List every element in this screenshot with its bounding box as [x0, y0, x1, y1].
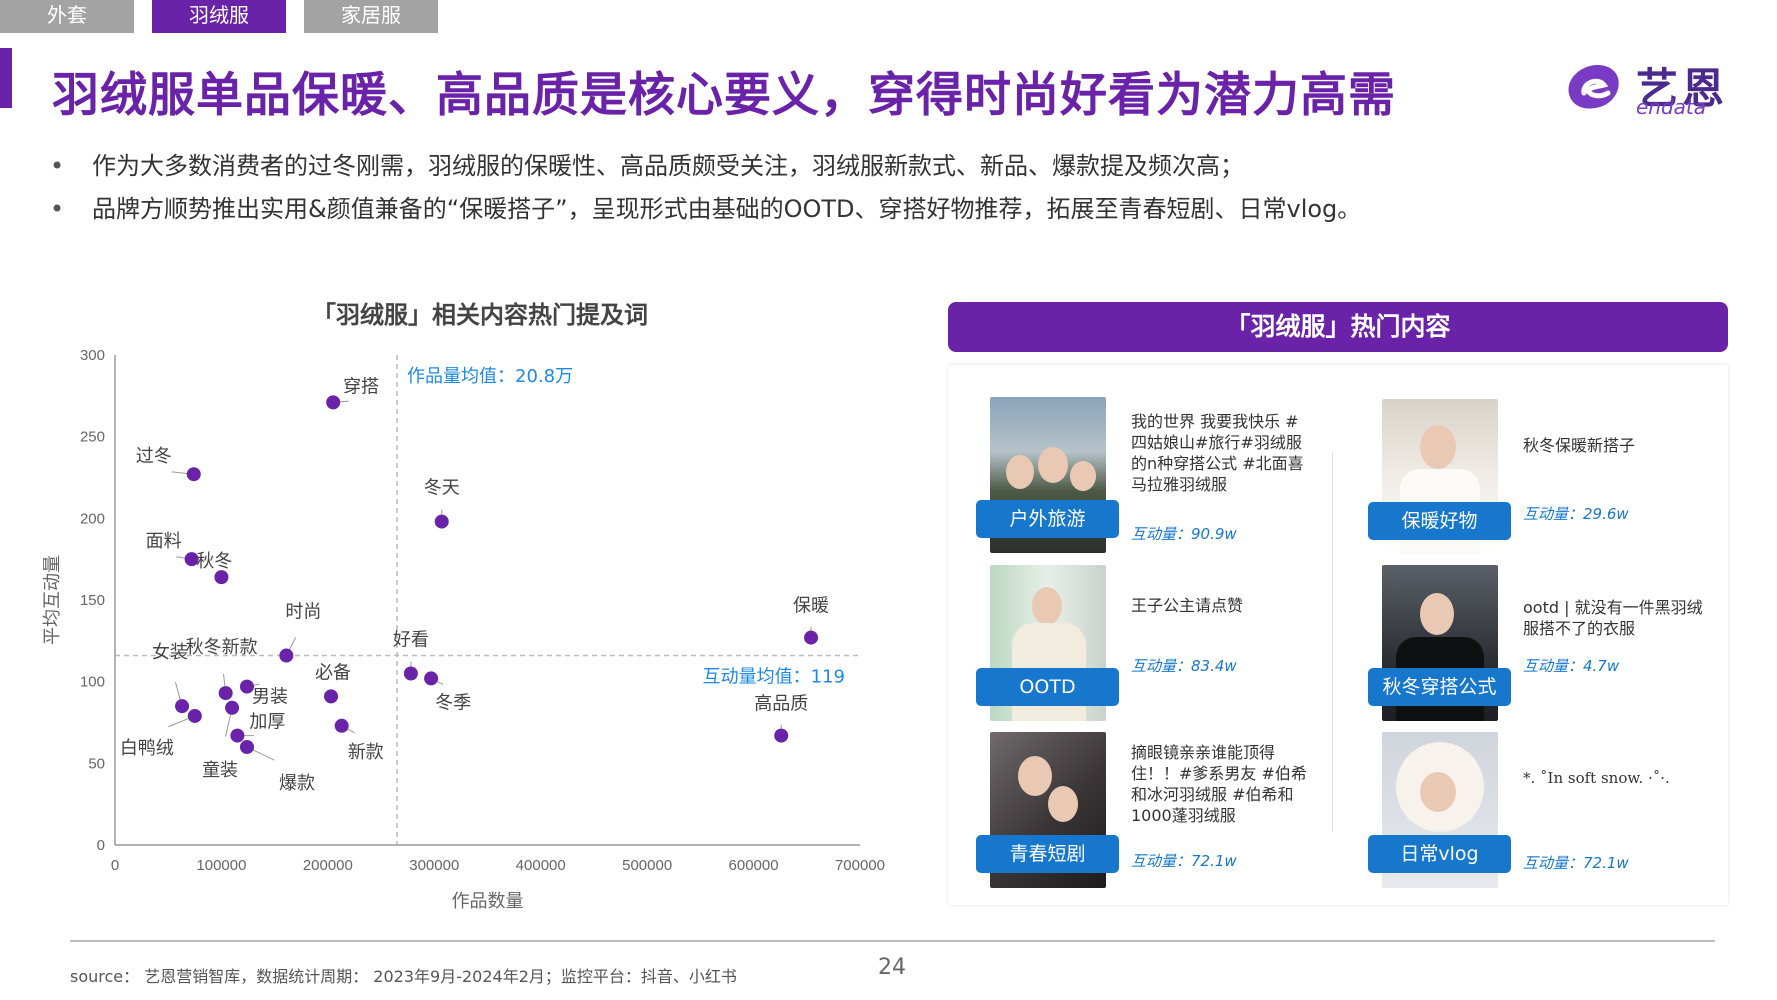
data-point [424, 671, 439, 686]
data-point [225, 700, 240, 715]
data-point [326, 395, 341, 410]
tag-button[interactable]: 秋冬穿搭公式 [1368, 668, 1511, 706]
card-metric: 互动量：72.1w [1131, 852, 1237, 870]
data-point-label: 好看 [393, 630, 429, 651]
data-point-label: 爆款 [279, 773, 315, 794]
tag-button[interactable]: 日常vlog [1368, 835, 1511, 873]
content-card[interactable]: 青春短剧 摘眼镜亲亲谁能顶得住！！#爹系男友 #伯希和冰河羽绒服 #伯希和100… [976, 732, 1360, 892]
data-point-label: 冬天 [424, 478, 460, 499]
data-point-label: 面料 [146, 531, 182, 552]
x-tick-label: 300000 [409, 857, 459, 874]
card-metric: 互动量：29.6w [1523, 505, 1629, 523]
data-point-label: 穿搭 [343, 376, 379, 397]
x-tick-label: 200000 [303, 857, 353, 874]
tag-button[interactable]: 青春短剧 [976, 835, 1119, 873]
y-axis-label: 平均互动量 [42, 555, 63, 645]
title-accent-bar [0, 48, 12, 108]
card-metric: 互动量：83.4w [1131, 657, 1237, 675]
data-point [774, 728, 789, 743]
data-point [403, 666, 418, 681]
data-point [230, 728, 245, 743]
data-point [214, 570, 229, 585]
card-description: 我的世界 我要我快乐 #四姑娘山#旅行#羽绒服的n种穿搭公式 #北面喜马拉雅羽绒… [1131, 412, 1304, 494]
content-card[interactable]: 秋冬穿搭公式 ootd | 就没有一件黑羽绒服搭不了的衣服 互动量：4.7w [1368, 565, 1752, 725]
data-point-label: 男装 [252, 687, 288, 708]
logo-mark-icon [1568, 65, 1619, 109]
content-card[interactable]: OOTD 王子公主请点赞 互动量：83.4w [976, 565, 1360, 725]
tag-button[interactable]: 保暖好物 [1368, 502, 1511, 540]
data-point-label: 秋冬 [196, 551, 232, 572]
source-note: source： 艺恩营销智库，数据统计周期： 2023年9月-2024年2月；监… [70, 967, 737, 986]
page-number: 24 [878, 955, 906, 980]
data-point-label: 加厚 [249, 712, 285, 733]
card-description: ootd | 就没有一件黑羽绒服搭不了的衣服 [1523, 598, 1703, 638]
y-tick-label: 200 [80, 510, 105, 527]
tag-button[interactable]: 户外旅游 [976, 500, 1119, 538]
data-point [175, 699, 190, 714]
bullet-item: 品牌方顺势推出实用&颜值兼备的“保暖搭子”，呈现形式由基础的OOTD、穿搭好物推… [50, 188, 1361, 231]
x-tick-label: 500000 [622, 857, 672, 874]
y-tick-label: 300 [80, 347, 105, 364]
data-point-label: 冬季 [435, 692, 471, 713]
data-point-label: 时尚 [285, 602, 321, 623]
data-point [324, 689, 339, 704]
chart-title: 「羽绒服」相关内容热门提及词 [312, 301, 648, 329]
category-tabs: 外套 羽绒服 家居服 [0, 0, 456, 33]
data-point [434, 514, 449, 529]
card-description: 摘眼镜亲亲谁能顶得住！！#爹系男友 #伯希和冰河羽绒服 #伯希和1000蓬羽绒服 [1131, 743, 1307, 825]
page-title: 羽绒服单品保暖、高品质是核心要义，穿得时尚好看为潜力高需 [52, 68, 1396, 123]
y-tick-label: 250 [80, 429, 105, 446]
tag-button[interactable]: OOTD [976, 668, 1119, 706]
data-point-label: 保暖 [793, 596, 829, 617]
data-point-label: 秋冬新款 [186, 637, 258, 658]
y-mean-label: 互动量均值：119 [703, 667, 845, 688]
data-point [187, 708, 202, 723]
data-point-label: 新款 [348, 742, 384, 763]
data-point [218, 686, 233, 701]
card-description: *. ˚In soft snow. ·˚·. [1523, 769, 1670, 787]
data-point [804, 630, 819, 645]
footer-divider [70, 940, 1715, 942]
panel-header: 「羽绒服」热门内容 [948, 302, 1728, 352]
y-tick-label: 0 [97, 837, 105, 854]
logo-text-en: endata [1636, 95, 1707, 119]
data-point-label: 必备 [315, 662, 351, 683]
summary-bullets: 作为大多数消费者的过冬刚需，羽绒服的保暖性、高品质颇受关注，羽绒服新款式、新品、… [50, 145, 1361, 231]
x-tick-label: 400000 [516, 857, 566, 874]
x-tick-label: 700000 [835, 857, 885, 874]
content-card[interactable]: 户外旅游 我的世界 我要我快乐 #四姑娘山#旅行#羽绒服的n种穿搭公式 #北面喜… [976, 397, 1360, 557]
scatter-chart: 0 50 100 150 200 250 300 0 100000 200000 300000 400… [42, 347, 885, 912]
data-point [279, 648, 294, 663]
x-tick-label: 600000 [729, 857, 779, 874]
x-axis-label: 作品数量 [452, 891, 524, 912]
x-tick-label: 0 [111, 857, 119, 874]
y-tick-label: 50 [88, 755, 105, 772]
y-tick-label: 100 [80, 674, 105, 691]
y-tick-label: 150 [80, 592, 105, 609]
content-card[interactable]: 日常vlog *. ˚In soft snow. ·˚·. 互动量：72.1w [1368, 732, 1752, 892]
x-mean-label: 作品量均值：20.8万 [407, 366, 573, 387]
x-tick-label: 100000 [196, 857, 246, 874]
content-card[interactable]: 保暖好物 秋冬保暖新搭子 互动量：29.6w [1368, 399, 1752, 559]
tab-outerwear[interactable]: 外套 [0, 0, 134, 33]
bullet-item: 作为大多数消费者的过冬刚需，羽绒服的保暖性、高品质颇受关注，羽绒服新款式、新品、… [50, 145, 1361, 188]
tab-down-jacket[interactable]: 羽绒服 [152, 0, 286, 33]
card-metric: 互动量：90.9w [1131, 525, 1237, 543]
card-description: 秋冬保暖新搭子 [1523, 436, 1636, 455]
data-point [334, 718, 349, 733]
data-point [186, 467, 201, 482]
data-point-label: 童装 [202, 760, 238, 781]
data-point-label: 高品质 [754, 694, 808, 715]
card-metric: 互动量：72.1w [1523, 854, 1629, 872]
data-point-label: 白鸭绒 [120, 738, 174, 759]
brand-logo: 艺恩 endata [1560, 55, 1750, 121]
data-point [239, 740, 254, 754]
card-metric: 互动量：4.7w [1523, 657, 1620, 675]
card-description: 王子公主请点赞 [1131, 596, 1244, 615]
data-point-label: 女装 [152, 642, 188, 663]
tab-homewear[interactable]: 家居服 [304, 0, 438, 33]
data-point-label: 过冬 [136, 446, 172, 467]
